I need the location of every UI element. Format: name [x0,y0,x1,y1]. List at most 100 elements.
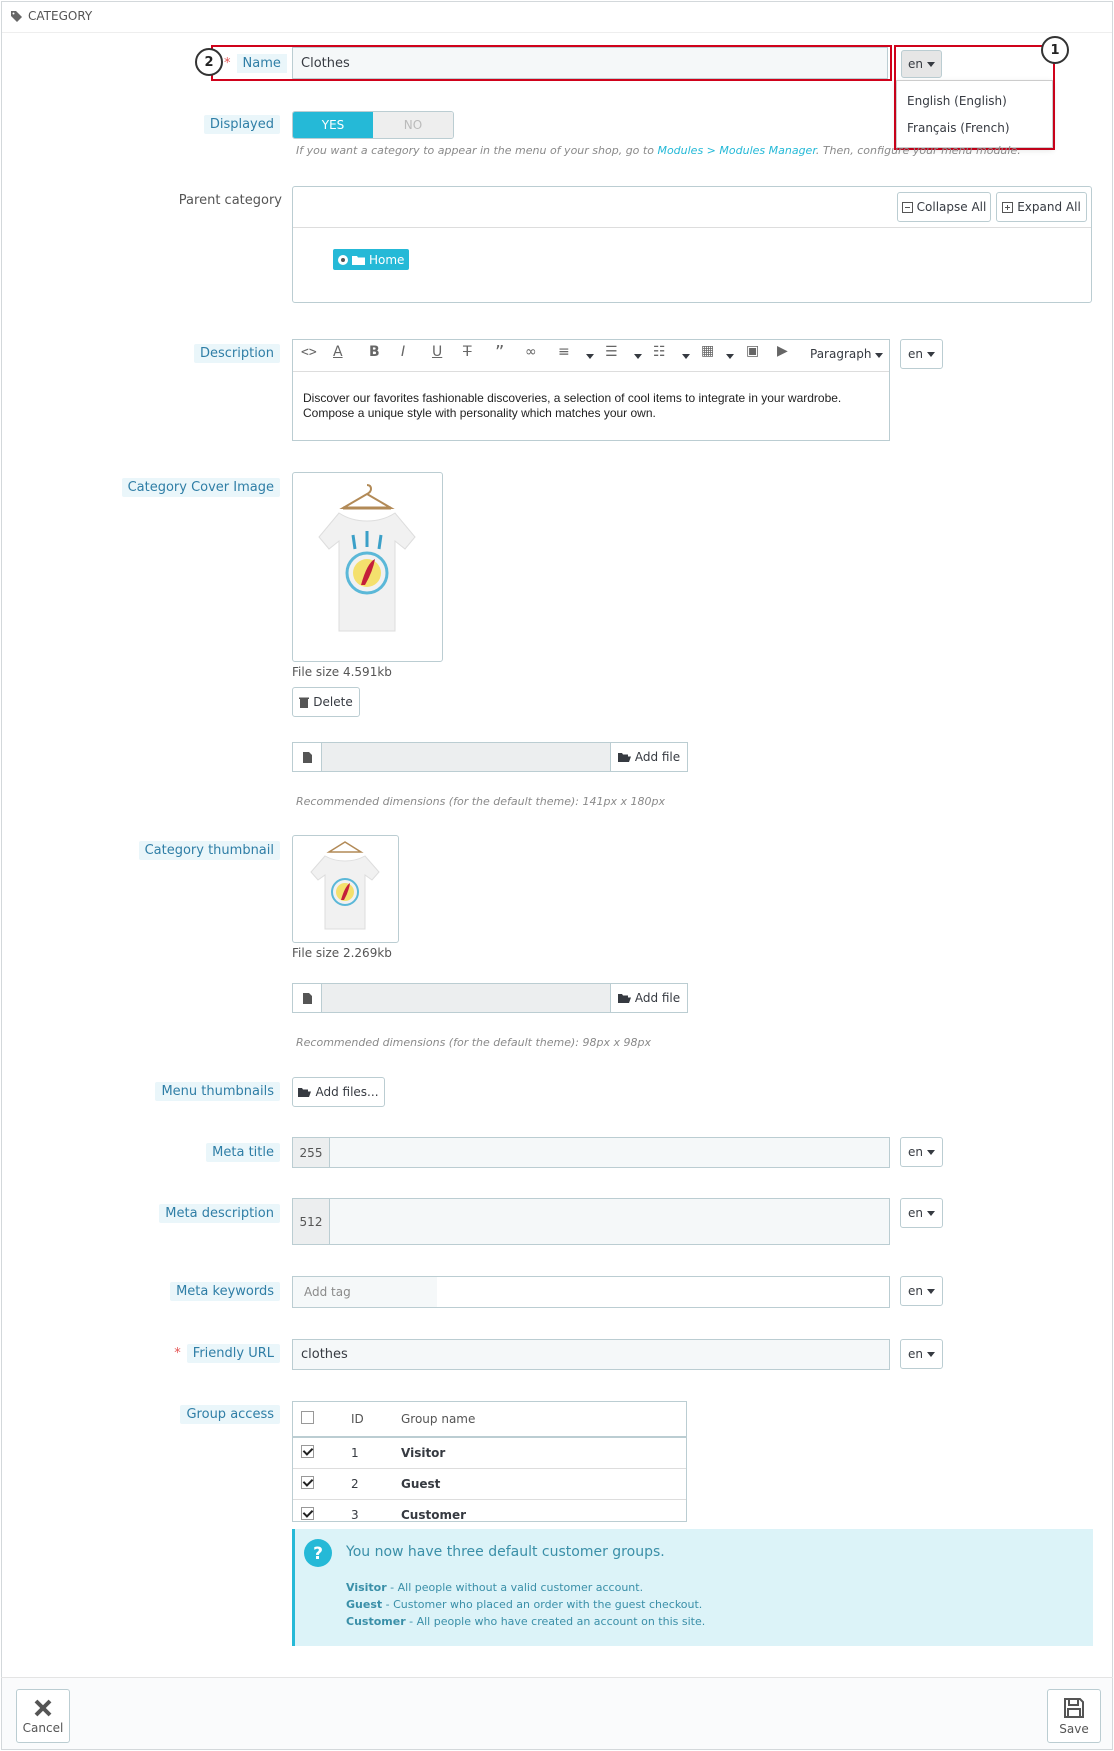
cover-add-file-button[interactable]: Add file [610,742,688,772]
panel-footer [2,1677,1112,1749]
modules-manager-link[interactable]: Modules > Modules Manager [657,144,815,157]
image-icon[interactable]: ▣ [746,343,759,359]
chevron-down-icon[interactable] [634,354,642,359]
question-icon: ? [304,1539,332,1567]
meta-keywords-field[interactable]: Add tag [292,1276,890,1308]
displayed-toggle[interactable]: YES NO [292,111,454,139]
cover-delete-button[interactable]: Delete [292,687,360,717]
meta-keywords-label-wrap: Meta keywords [0,1282,280,1301]
description-editor[interactable]: <> A B I U T ” ∞ ≡ ☰ ☷ ▦ ▣ ▶ Paragraph D… [292,339,890,441]
cancel-button[interactable]: Cancel [16,1689,70,1743]
group-term: Guest [346,1598,383,1611]
italic-icon[interactable]: I [401,344,405,360]
lang-option-english[interactable]: English (English) [907,94,1007,108]
chevron-down-icon [927,1149,935,1155]
meta-title-label: Meta title [206,1143,280,1162]
group-checkbox-guest[interactable] [301,1476,314,1489]
chevron-down-icon [927,1351,935,1357]
bold-icon[interactable]: B [369,344,380,360]
displayed-no[interactable]: NO [373,112,453,138]
align-left-icon[interactable]: ≡ [558,344,570,360]
source-code-icon[interactable]: <> [301,345,317,360]
numbered-list-icon[interactable]: ☷ [653,344,666,360]
thumbnail-add-file-button[interactable]: Add file [610,983,688,1013]
paragraph-format-select[interactable]: Paragraph [810,347,871,361]
cover-image-label: Category Cover Image [121,478,280,497]
table-icon[interactable]: ▦ [701,343,714,359]
chevron-down-icon [927,61,935,67]
name-lang-label: en [908,57,923,71]
folder-icon [352,255,365,265]
add-files-button[interactable]: Add files... [292,1077,385,1107]
expand-all-button[interactable]: Expand All [996,192,1087,222]
meta-description-lang-button[interactable]: en [900,1198,943,1228]
underline-icon[interactable]: U [432,344,442,360]
cover-file-input[interactable]: Add file [292,742,688,772]
meta-title-counter: 255 [292,1137,330,1168]
meta-title-input[interactable] [329,1137,890,1168]
meta-keywords-input[interactable]: Add tag [293,1277,437,1307]
strikethrough-icon[interactable]: T [463,344,472,360]
name-label-wrap: * Name [224,54,287,73]
thumbnail-file-path[interactable] [322,983,610,1013]
column-id: ID [350,1402,400,1438]
editor-toolbar-divider [293,371,889,372]
group-checkbox-visitor[interactable] [301,1445,314,1458]
group-info-list: Visitor - All people without a valid cus… [346,1579,705,1630]
meta-description-lang-label: en [908,1206,923,1220]
group-id: 3 [350,1499,400,1531]
group-checkbox-customer[interactable] [301,1507,314,1520]
friendly-url-input[interactable]: clothes [292,1339,890,1370]
chevron-down-icon[interactable] [682,354,690,359]
table-row: 1 Visitor [293,1437,686,1469]
meta-keywords-lang-button[interactable]: en [900,1276,943,1306]
bullet-list-icon[interactable]: ☰ [605,344,618,360]
callout-2: 2 [195,48,223,76]
meta-description-input[interactable] [329,1198,890,1245]
column-group-name: Group name [400,1402,686,1438]
chevron-down-icon[interactable] [586,354,594,359]
category-tree: Collapse All Expand All Home [292,186,1092,303]
heading-divider [2,32,1112,33]
list-item: Visitor - All people without a valid cus… [346,1579,705,1596]
displayed-help-prefix: If you want a category to appear in the … [296,144,658,157]
link-icon[interactable]: ∞ [525,344,537,360]
blockquote-icon[interactable]: ” [495,342,504,363]
description-lang-button[interactable]: en [900,339,943,369]
friendly-url-label-wrap: * Friendly URL [0,1344,280,1363]
media-icon[interactable]: ▶ [777,343,788,359]
lang-option-french[interactable]: Français (French) [907,121,1010,135]
svg-text:?: ? [313,1544,323,1564]
thumbnail-file-input[interactable]: Add file [292,983,688,1013]
required-mark: * [174,1346,181,1361]
radio-selected[interactable] [338,254,348,265]
name-input[interactable]: Clothes [292,47,888,79]
thumbnail-help: Recommended dimensions (for the default … [296,1036,651,1049]
cover-label-wrap: Category Cover Image [0,478,280,497]
group-desc: - All people without a valid customer ac… [386,1581,644,1594]
collapse-all-button[interactable]: Collapse All [897,192,991,222]
chevron-down-icon [927,1288,935,1294]
meta-description-label: Meta description [159,1204,280,1223]
name-lang-button[interactable]: en [901,50,942,78]
select-all-checkbox[interactable] [301,1411,314,1424]
displayed-yes[interactable]: YES [293,112,373,138]
description-text[interactable]: Discover our favorites fashionable disco… [303,391,873,421]
list-item: Customer - All people who have created a… [346,1613,705,1630]
save-button[interactable]: Save [1047,1689,1101,1743]
meta-title-lang-button[interactable]: en [900,1137,943,1167]
text-color-icon[interactable]: A [333,344,343,360]
tree-node-home[interactable]: Home [333,249,410,270]
cover-file-path[interactable] [322,742,610,772]
friendly-url-lang-button[interactable]: en [900,1339,943,1369]
tshirt-image [318,484,416,632]
meta-keywords-lang-label: en [908,1284,923,1298]
group-id: 1 [350,1437,400,1469]
panel-title: CATEGORY [28,9,93,23]
add-files-label: Add files... [315,1085,379,1099]
chevron-down-icon[interactable] [726,354,734,359]
chevron-down-icon [927,351,935,357]
group-info-alert: ? You now have three default customer gr… [292,1529,1093,1646]
group-info-title: You now have three default customer grou… [346,1544,665,1560]
chevron-down-icon [927,1210,935,1216]
